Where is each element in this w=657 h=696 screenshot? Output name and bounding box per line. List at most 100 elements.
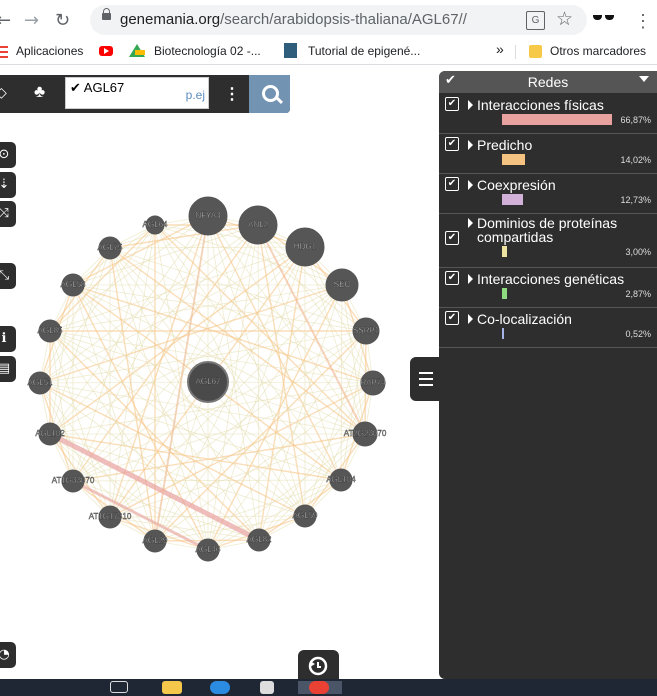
bookmarks-overflow[interactable]: »	[496, 41, 504, 57]
category-checkbox[interactable]: ✔	[445, 177, 459, 191]
category-label: Co-localización	[477, 311, 572, 327]
organism-plant-icon[interactable]: ♣	[34, 82, 45, 102]
history-button[interactable]: ⊙	[0, 142, 16, 168]
star-icon[interactable]: ☆	[556, 8, 573, 31]
file-explorer-icon[interactable]	[162, 681, 182, 694]
network-edge	[304, 246, 374, 384]
expand-triangle-icon[interactable]	[468, 218, 473, 228]
category-checkbox[interactable]: ✔	[445, 231, 459, 245]
expand-triangle-icon[interactable]	[468, 180, 473, 190]
network-nodes: AGL64 NFYA3 ANL2 HDG1 SEC SSRP1 RAP74 AT2G23070…	[27, 196, 387, 562]
back-arrow-icon[interactable]: ←	[0, 10, 11, 31]
gene-node-nfya3[interactable]: NFYA3	[188, 196, 228, 236]
query-gene-node[interactable]: AGL67	[187, 361, 229, 403]
redes-header[interactable]: ✔ Redes	[439, 71, 657, 93]
network-category[interactable]: ✔ Interacciones genéticas 2,87%	[439, 267, 657, 308]
category-bar	[502, 114, 612, 125]
gene-node-ssrp1[interactable]: SSRP1	[352, 317, 380, 345]
browser-menu-icon[interactable]: ⋮	[634, 11, 652, 32]
network-edge	[207, 224, 259, 383]
network-edge	[304, 382, 374, 517]
category-checkbox[interactable]: ✔	[445, 311, 459, 325]
url-text[interactable]: genemania.org/search/arabidopsis-thalian…	[120, 11, 467, 28]
expand-triangle-icon[interactable]	[468, 274, 473, 284]
extension-icon[interactable]	[593, 15, 615, 20]
url-path: /search/arabidopsis-thaliana/AGL67//	[220, 11, 467, 28]
category-checkbox[interactable]: ✔	[445, 137, 459, 151]
network-category[interactable]: ✔ Predicho 14,02%	[439, 133, 657, 174]
network-category[interactable]: ✔ Co-localización 0,52%	[439, 307, 657, 348]
network-graph[interactable]: AGL64 NFYA3 ANL2 HDG1 SEC SSRP1 RAP74 AT2G23070…	[0, 65, 440, 679]
bookmark-tutorial[interactable]: Tutorial de epigené...	[308, 44, 420, 58]
category-checkbox[interactable]: ✔	[445, 271, 459, 285]
translate-icon[interactable]: G	[526, 11, 545, 30]
gene-node-agl58[interactable]: AGL58	[60, 273, 86, 297]
node-label: AT2G23070	[344, 429, 387, 438]
address-bar[interactable]: genemania.org/search/arabidopsis-thalian…	[90, 5, 587, 35]
node-label: RAP74	[360, 378, 386, 387]
gene-node-sec[interactable]: SEC	[325, 268, 359, 302]
search-toolbar: ◇ ♣ ✔ AGL67 p.ej ⋮	[0, 75, 290, 113]
network-edge	[154, 224, 306, 248]
expand-triangle-icon[interactable]	[468, 100, 473, 110]
expand-button[interactable]: ⤡	[0, 263, 16, 289]
category-bar	[502, 194, 523, 205]
node-label: AGL85	[38, 326, 63, 335]
category-bar	[502, 154, 526, 165]
category-label: Interacciones físicas	[477, 97, 604, 113]
shuffle-button[interactable]: ⤨	[0, 201, 16, 227]
edge-icon[interactable]	[210, 681, 230, 694]
category-label: Interacciones genéticas	[477, 271, 625, 287]
node-label: AGL29	[143, 536, 168, 545]
task-view-icon[interactable]	[110, 681, 128, 693]
bookmark-apps[interactable]: Aplicaciones	[16, 44, 83, 58]
node-label: AGL82	[247, 535, 272, 544]
bookmark-otros[interactable]: Otros marcadores	[550, 44, 646, 58]
category-percent: 3,00%	[625, 247, 651, 257]
bookmark-biotecnologia[interactable]: Biotecnología 02 -...	[154, 44, 261, 58]
node-label: AGL75	[98, 243, 123, 252]
gene-node-agl46[interactable]: AGL46	[195, 538, 221, 562]
network-category[interactable]: ✔ Coexpresión 12,73%	[439, 173, 657, 214]
layout-button[interactable]: ⇣	[0, 172, 16, 198]
chevron-down-icon[interactable]	[639, 76, 649, 82]
gene-node-agl59[interactable]: AGL59	[292, 504, 318, 528]
chrome-icon[interactable]	[309, 681, 329, 694]
expand-triangle-icon[interactable]	[468, 314, 473, 324]
node-label: AGL102	[35, 429, 65, 438]
gene-node-hdg1[interactable]: HDG1	[285, 227, 325, 267]
genemania-page: AGL64 NFYA3 ANL2 HDG1 SEC SSRP1 RAP74 AT2G23070…	[0, 65, 657, 680]
gene-node-agl85[interactable]: AGL85	[37, 319, 63, 343]
search-button[interactable]	[249, 75, 290, 113]
share-icon[interactable]: ◇	[0, 84, 7, 101]
expand-triangle-icon[interactable]	[468, 140, 473, 150]
reload-icon[interactable]: ↻	[55, 10, 70, 31]
forward-arrow-icon[interactable]: →	[24, 10, 39, 31]
network-edge	[39, 247, 111, 384]
network-category[interactable]: ✔ Interacciones físicas 66,87%	[439, 93, 657, 134]
save-button[interactable]: ▤	[0, 356, 16, 382]
undo-button[interactable]	[298, 650, 339, 680]
undo-icon	[308, 656, 328, 676]
node-label: ANL2	[248, 220, 269, 229]
options-button[interactable]: ⋮	[224, 84, 240, 104]
node-label: NFYA3	[195, 211, 221, 220]
store-icon[interactable]	[260, 681, 274, 694]
category-percent: 12,73%	[620, 195, 651, 205]
gene-node-agl75[interactable]: AGL75	[97, 236, 123, 260]
category-checkbox[interactable]: ✔	[445, 97, 459, 111]
info-button[interactable]: ℹ	[0, 326, 16, 352]
panel-toggle-button[interactable]	[410, 357, 440, 401]
node-label: AGL67	[196, 377, 221, 386]
network-category[interactable]: ✔ Dominios de proteínas compartidas 3,00%	[439, 213, 657, 268]
gene-node-agl29[interactable]: AGL29	[142, 529, 168, 553]
gene-node-anl2[interactable]: ANL2	[238, 205, 278, 245]
browser-toolbar: ← → ↻ genemania.org/search/arabidopsis-t…	[0, 0, 657, 40]
gene-node-rap74[interactable]: RAP74	[360, 370, 386, 396]
gene-search-input[interactable]: ✔ AGL67 p.ej	[65, 77, 209, 109]
category-label: Predicho	[477, 137, 533, 153]
gene-node-agl51[interactable]: AGL51	[27, 371, 53, 395]
category-bar	[502, 328, 504, 339]
chart-button[interactable]: ◔	[0, 642, 16, 668]
node-label: AT1G17310	[89, 512, 132, 521]
